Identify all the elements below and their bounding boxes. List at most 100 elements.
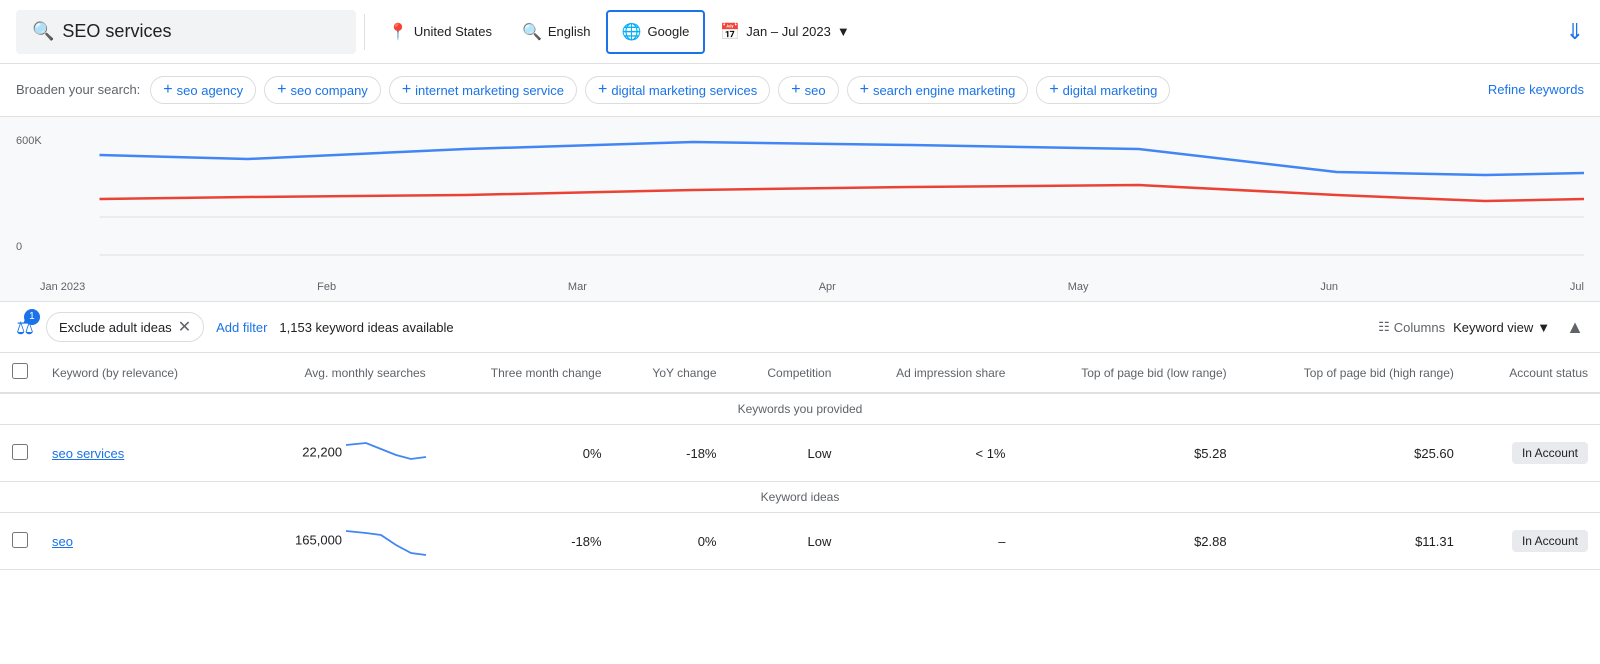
chip-search-engine-marketing[interactable]: +search engine marketing — [847, 76, 1029, 104]
section-provided-header: Keywords you provided — [0, 393, 1600, 425]
th-three-month: Three month change — [438, 353, 614, 393]
keyword-link[interactable]: seo services — [52, 446, 124, 461]
low-bid-cell: $2.88 — [1017, 513, 1238, 570]
three-month-cell: 0% — [438, 425, 614, 482]
keyword-table: Keyword (by relevance) Avg. monthly sear… — [0, 353, 1600, 570]
ad-impression-cell: – — [843, 513, 1017, 570]
x-label-jul: Jul — [1570, 281, 1584, 293]
columns-label: Columns — [1394, 320, 1445, 335]
columns-grid-icon: ☷ — [1378, 319, 1390, 335]
low-bid-cell: $5.28 — [1017, 425, 1238, 482]
add-filter-button[interactable]: Add filter — [216, 320, 267, 335]
row-checkbox[interactable] — [12, 532, 28, 548]
chip-seo[interactable]: +seo — [778, 76, 838, 104]
th-ad-impression: Ad impression share — [843, 353, 1017, 393]
status-cell: In Account — [1466, 425, 1600, 482]
avg-searches-cell: 165,000 — [236, 513, 438, 570]
competition-cell: Low — [729, 513, 844, 570]
broaden-search-row: Broaden your search: +seo agency +seo co… — [0, 64, 1600, 117]
google-icon: 🌐 — [622, 22, 642, 42]
chip-digital-marketing-services[interactable]: +digital marketing services — [585, 76, 770, 104]
plus-icon: + — [791, 81, 800, 99]
section-ideas-header: Keyword ideas — [0, 482, 1600, 513]
high-bid-cell: $11.31 — [1239, 513, 1466, 570]
row-checkbox[interactable] — [12, 444, 28, 460]
chart-container: 600K 0 Jan 2023 Feb Mar Apr May Jun Jul — [0, 117, 1600, 302]
remove-filter-icon[interactable]: ✕ — [178, 317, 191, 337]
date-range-filter[interactable]: 📅 Jan – Jul 2023 ▼ — [705, 10, 864, 54]
three-month-cell: -18% — [438, 513, 614, 570]
sparkline-chart — [346, 523, 426, 559]
platform-label: Google — [647, 24, 689, 39]
chevron-down-icon: ▼ — [1537, 320, 1550, 335]
high-bid-cell: $25.60 — [1239, 425, 1466, 482]
in-account-badge: In Account — [1512, 442, 1588, 464]
calendar-icon: 📅 — [720, 22, 740, 42]
in-account-badge: In Account — [1512, 530, 1588, 552]
th-competition: Competition — [729, 353, 844, 393]
th-avg-searches: Avg. monthly searches — [236, 353, 438, 393]
top-bar: 🔍 SEO services 📍 United States 🔍 English… — [0, 0, 1600, 64]
keyword-table-wrap: Keyword (by relevance) Avg. monthly sear… — [0, 353, 1600, 570]
competition-cell: Low — [729, 425, 844, 482]
date-range-label: Jan – Jul 2023 — [746, 24, 831, 39]
ad-impression-cell: < 1% — [843, 425, 1017, 482]
plus-icon: + — [1049, 81, 1058, 99]
th-yoy: YoY change — [614, 353, 729, 393]
collapse-button[interactable]: ▲ — [1566, 317, 1584, 338]
plus-icon: + — [402, 81, 411, 99]
yoy-cell: 0% — [614, 513, 729, 570]
broaden-chips: +seo agency +seo company +internet marke… — [150, 76, 1478, 104]
trend-chart — [50, 127, 1584, 267]
location-filter[interactable]: 📍 United States — [373, 10, 507, 54]
plus-icon: + — [860, 81, 869, 99]
status-cell: In Account — [1466, 513, 1600, 570]
keyword-count: 1,153 keyword ideas available — [279, 320, 453, 335]
x-label-may: May — [1068, 281, 1089, 293]
search-icon: 🔍 — [32, 21, 54, 42]
chip-digital-marketing[interactable]: +digital marketing — [1036, 76, 1170, 104]
y-label-0: 0 — [16, 241, 22, 253]
chip-seo-company[interactable]: +seo company — [264, 76, 381, 104]
x-label-mar: Mar — [568, 281, 587, 293]
x-label-apr: Apr — [819, 281, 836, 293]
plus-icon: + — [163, 81, 172, 99]
exclude-adult-pill[interactable]: Exclude adult ideas ✕ — [46, 312, 204, 342]
y-label-600k: 600K — [16, 135, 42, 147]
keyword-cell: seo — [40, 513, 236, 570]
broaden-label: Broaden your search: — [16, 76, 140, 97]
plus-icon: + — [277, 81, 286, 99]
chart-inner: 600K 0 — [0, 117, 1600, 277]
search-box[interactable]: 🔍 SEO services — [16, 10, 356, 54]
plus-icon: + — [598, 81, 607, 99]
th-high-bid: Top of page bid (high range) — [1239, 353, 1466, 393]
select-all-checkbox[interactable] — [12, 363, 28, 379]
language-label: English — [548, 24, 591, 39]
x-label-feb: Feb — [317, 281, 336, 293]
th-status: Account status — [1466, 353, 1600, 393]
keyword-view-button[interactable]: Keyword view ▼ — [1453, 320, 1550, 335]
language-filter[interactable]: 🔍 English — [507, 10, 606, 54]
sparkline-chart — [346, 435, 426, 471]
keyword-cell: seo services — [40, 425, 236, 482]
chart-x-labels: Jan 2023 Feb Mar Apr May Jun Jul — [0, 277, 1600, 301]
platform-filter[interactable]: 🌐 Google — [606, 10, 706, 54]
exclude-adult-label: Exclude adult ideas — [59, 320, 172, 335]
keyword-link[interactable]: seo — [52, 534, 73, 549]
refine-keywords-link[interactable]: Refine keywords — [1488, 76, 1584, 97]
filter-badge: 1 — [24, 309, 40, 325]
yoy-cell: -18% — [614, 425, 729, 482]
chip-internet-marketing[interactable]: +internet marketing service — [389, 76, 577, 104]
th-checkbox[interactable] — [0, 353, 40, 393]
divider — [364, 14, 365, 50]
x-label-jan: Jan 2023 — [40, 281, 85, 293]
th-keyword: Keyword (by relevance) — [40, 353, 236, 393]
filter-right: ☷ Columns Keyword view ▼ ▲ — [1378, 317, 1584, 338]
translate-icon: 🔍 — [522, 22, 542, 42]
chip-seo-agency[interactable]: +seo agency — [150, 76, 256, 104]
download-button[interactable]: ⇓ — [1566, 19, 1584, 45]
columns-button[interactable]: ☷ Columns — [1378, 319, 1445, 335]
table-row: seo services 22,200 0% -18% Low < 1% $5.… — [0, 425, 1600, 482]
filter-button[interactable]: ⚖ 1 — [16, 315, 34, 340]
avg-searches-cell: 22,200 — [236, 425, 438, 482]
